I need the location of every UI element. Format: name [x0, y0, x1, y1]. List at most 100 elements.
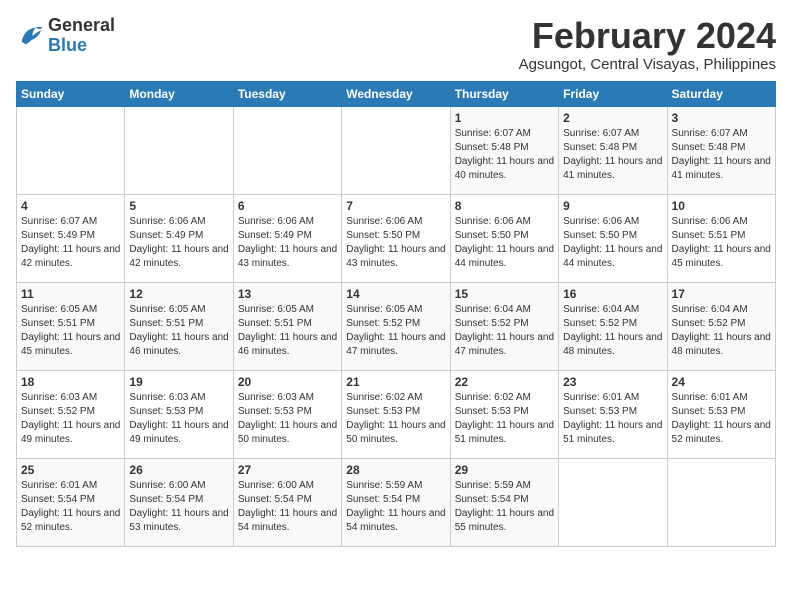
day-cell [342, 106, 450, 194]
day-cell: 7 Sunrise: 6:06 AM Sunset: 5:50 PM Daylig… [342, 194, 450, 282]
day-info: Sunrise: 6:07 AM Sunset: 5:48 PM Dayligh… [672, 127, 771, 183]
day-number: 14 [346, 287, 445, 301]
day-info: Sunrise: 6:06 AM Sunset: 5:50 PM Dayligh… [346, 215, 445, 271]
week-row-4: 18 Sunrise: 6:03 AM Sunset: 5:52 PM Dayli… [17, 370, 776, 458]
header-cell-thursday: Thursday [450, 81, 558, 106]
day-cell: 13Sunrise: 6:05 AM Sunset: 5:51 PM Dayli… [233, 282, 341, 370]
day-info: Sunrise: 6:07 AM Sunset: 5:49 PM Dayligh… [21, 215, 120, 271]
day-cell: 27Sunrise: 6:00 AM Sunset: 5:54 PM Dayli… [233, 458, 341, 546]
day-cell: 22 Sunrise: 6:02 AM Sunset: 5:53 PM Dayli… [450, 370, 558, 458]
day-info: Sunrise: 6:02 AM Sunset: 5:53 PM Dayligh… [455, 391, 554, 447]
day-cell [559, 458, 667, 546]
title-block: February 2024 Agsungot, Central Visayas,… [519, 16, 776, 73]
day-cell: 20 Sunrise: 6:03 AM Sunset: 5:53 PM Dayli… [233, 370, 341, 458]
logo: General Blue [16, 16, 115, 56]
header-cell-tuesday: Tuesday [233, 81, 341, 106]
day-cell: 28 Sunrise: 5:59 AM Sunset: 5:54 PM Dayli… [342, 458, 450, 546]
day-number: 2 [563, 111, 662, 125]
day-info: Sunrise: 6:03 AM Sunset: 5:52 PM Dayligh… [21, 391, 120, 447]
day-cell: 3 Sunrise: 6:07 AM Sunset: 5:48 PM Daylig… [667, 106, 775, 194]
day-cell: 18 Sunrise: 6:03 AM Sunset: 5:52 PM Dayli… [17, 370, 125, 458]
day-number: 16 [563, 287, 662, 301]
day-info: Sunrise: 6:05 AM Sunset: 5:51 PM Dayligh… [238, 303, 337, 359]
calendar-header: SundayMondayTuesdayWednesdayThursdayFrid… [17, 81, 776, 106]
week-row-5: 25 Sunrise: 6:01 AM Sunset: 5:54 PM Dayli… [17, 458, 776, 546]
day-cell: 6 Sunrise: 6:06 AM Sunset: 5:49 PM Daylig… [233, 194, 341, 282]
day-number: 10 [672, 199, 771, 213]
day-info: Sunrise: 5:59 AM Sunset: 5:54 PM Dayligh… [455, 479, 554, 535]
day-info: Sunrise: 6:00 AM Sunset: 5:54 PM Dayligh… [129, 479, 228, 535]
day-cell: 19 Sunrise: 6:03 AM Sunset: 5:53 PM Dayli… [125, 370, 233, 458]
day-info: Sunrise: 6:07 AM Sunset: 5:48 PM Dayligh… [455, 127, 554, 183]
day-number: 26 [129, 463, 228, 477]
day-cell [125, 106, 233, 194]
day-number: 29 [455, 463, 554, 477]
day-info: Sunrise: 6:04 AM Sunset: 5:52 PM Dayligh… [455, 303, 554, 359]
day-number: 12 [129, 287, 228, 301]
day-cell: 21 Sunrise: 6:02 AM Sunset: 5:53 PM Dayli… [342, 370, 450, 458]
location-subtitle: Agsungot, Central Visayas, Philippines [519, 56, 776, 73]
day-info: Sunrise: 6:07 AM Sunset: 5:48 PM Dayligh… [563, 127, 662, 183]
day-cell: 5 Sunrise: 6:06 AM Sunset: 5:49 PM Daylig… [125, 194, 233, 282]
header-cell-monday: Monday [125, 81, 233, 106]
header-cell-saturday: Saturday [667, 81, 775, 106]
day-number: 8 [455, 199, 554, 213]
day-number: 27 [238, 463, 337, 477]
day-cell: 17 Sunrise: 6:04 AM Sunset: 5:52 PM Dayli… [667, 282, 775, 370]
day-info: Sunrise: 6:06 AM Sunset: 5:50 PM Dayligh… [455, 215, 554, 271]
header-cell-friday: Friday [559, 81, 667, 106]
week-row-2: 4 Sunrise: 6:07 AM Sunset: 5:49 PM Daylig… [17, 194, 776, 282]
week-row-3: 11Sunrise: 6:05 AM Sunset: 5:51 PM Dayli… [17, 282, 776, 370]
logo-text: General Blue [48, 16, 115, 56]
day-cell: 14 Sunrise: 6:05 AM Sunset: 5:52 PM Dayli… [342, 282, 450, 370]
day-number: 22 [455, 375, 554, 389]
day-number: 21 [346, 375, 445, 389]
day-info: Sunrise: 6:03 AM Sunset: 5:53 PM Dayligh… [129, 391, 228, 447]
day-number: 17 [672, 287, 771, 301]
header-cell-wednesday: Wednesday [342, 81, 450, 106]
day-number: 7 [346, 199, 445, 213]
day-number: 23 [563, 375, 662, 389]
day-info: Sunrise: 6:06 AM Sunset: 5:51 PM Dayligh… [672, 215, 771, 271]
logo-bird-icon [16, 22, 44, 50]
day-cell: 9 Sunrise: 6:06 AM Sunset: 5:50 PM Daylig… [559, 194, 667, 282]
month-year-title: February 2024 [519, 16, 776, 56]
day-cell: 1 Sunrise: 6:07 AM Sunset: 5:48 PM Daylig… [450, 106, 558, 194]
day-number: 28 [346, 463, 445, 477]
day-cell: 4 Sunrise: 6:07 AM Sunset: 5:49 PM Daylig… [17, 194, 125, 282]
day-info: Sunrise: 6:04 AM Sunset: 5:52 PM Dayligh… [672, 303, 771, 359]
day-cell: 11Sunrise: 6:05 AM Sunset: 5:51 PM Dayli… [17, 282, 125, 370]
day-info: Sunrise: 6:02 AM Sunset: 5:53 PM Dayligh… [346, 391, 445, 447]
day-info: Sunrise: 6:06 AM Sunset: 5:49 PM Dayligh… [129, 215, 228, 271]
day-cell: 29 Sunrise: 5:59 AM Sunset: 5:54 PM Dayli… [450, 458, 558, 546]
day-info: Sunrise: 6:06 AM Sunset: 5:49 PM Dayligh… [238, 215, 337, 271]
day-number: 25 [21, 463, 120, 477]
week-row-1: 1 Sunrise: 6:07 AM Sunset: 5:48 PM Daylig… [17, 106, 776, 194]
day-info: Sunrise: 6:03 AM Sunset: 5:53 PM Dayligh… [238, 391, 337, 447]
day-info: Sunrise: 6:05 AM Sunset: 5:51 PM Dayligh… [21, 303, 120, 359]
day-number: 18 [21, 375, 120, 389]
day-cell: 2 Sunrise: 6:07 AM Sunset: 5:48 PM Daylig… [559, 106, 667, 194]
day-cell: 10 Sunrise: 6:06 AM Sunset: 5:51 PM Dayli… [667, 194, 775, 282]
day-info: Sunrise: 6:01 AM Sunset: 5:53 PM Dayligh… [672, 391, 771, 447]
day-info: Sunrise: 6:05 AM Sunset: 5:52 PM Dayligh… [346, 303, 445, 359]
day-number: 20 [238, 375, 337, 389]
day-number: 19 [129, 375, 228, 389]
day-cell: 24 Sunrise: 6:01 AM Sunset: 5:53 PM Dayli… [667, 370, 775, 458]
day-number: 6 [238, 199, 337, 213]
day-cell: 26 Sunrise: 6:00 AM Sunset: 5:54 PM Dayli… [125, 458, 233, 546]
day-number: 15 [455, 287, 554, 301]
day-info: Sunrise: 6:06 AM Sunset: 5:50 PM Dayligh… [563, 215, 662, 271]
day-number: 1 [455, 111, 554, 125]
day-number: 3 [672, 111, 771, 125]
header-row: SundayMondayTuesdayWednesdayThursdayFrid… [17, 81, 776, 106]
day-info: Sunrise: 5:59 AM Sunset: 5:54 PM Dayligh… [346, 479, 445, 535]
day-number: 9 [563, 199, 662, 213]
day-cell: 15 Sunrise: 6:04 AM Sunset: 5:52 PM Dayli… [450, 282, 558, 370]
day-number: 24 [672, 375, 771, 389]
day-cell [17, 106, 125, 194]
day-info: Sunrise: 6:01 AM Sunset: 5:54 PM Dayligh… [21, 479, 120, 535]
day-info: Sunrise: 6:04 AM Sunset: 5:52 PM Dayligh… [563, 303, 662, 359]
day-number: 5 [129, 199, 228, 213]
day-number: 4 [21, 199, 120, 213]
